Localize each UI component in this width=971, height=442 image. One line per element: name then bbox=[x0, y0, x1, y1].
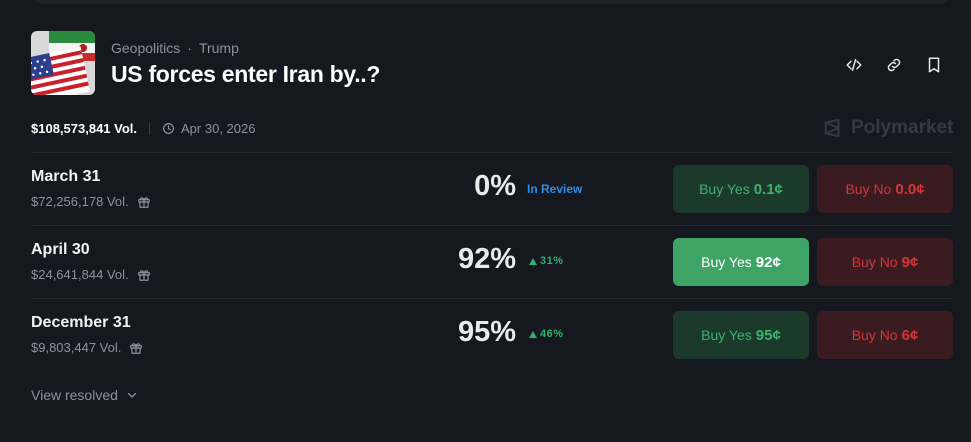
buy-no-label: Buy No bbox=[851, 327, 898, 343]
chevron-down-icon bbox=[127, 392, 137, 398]
outcome-percent: 95% bbox=[457, 316, 516, 348]
polymarket-icon bbox=[824, 118, 840, 138]
buy-yes-label: Buy Yes bbox=[701, 254, 752, 270]
outcome-volume-text: $9,803,447 Vol. bbox=[31, 340, 122, 355]
review-status: In Review bbox=[527, 182, 583, 196]
market-meta: $108,573,841 Vol. Apr 30, 2026 bbox=[31, 121, 255, 136]
link-icon[interactable] bbox=[883, 54, 905, 76]
polymarket-logo: Polymarket bbox=[822, 117, 953, 139]
buy-no-price: 0.0¢ bbox=[895, 180, 925, 198]
buy-no-button[interactable]: Buy No 0.0¢ bbox=[817, 165, 953, 213]
outcome-percent: 0% bbox=[474, 170, 516, 202]
percent-change: 46% bbox=[529, 328, 564, 340]
buy-yes-price: 0.1¢ bbox=[753, 180, 783, 198]
outcome-label: December 31 bbox=[31, 314, 131, 331]
breadcrumb-separator: · bbox=[187, 40, 192, 56]
clock-icon bbox=[163, 123, 174, 134]
outcome-volume: $24,641,844 Vol. bbox=[31, 267, 151, 282]
buy-yes-label: Buy Yes bbox=[699, 181, 750, 197]
breadcrumb-category[interactable]: Geopolitics bbox=[111, 40, 180, 56]
buy-no-price: 6¢ bbox=[901, 326, 919, 344]
view-resolved-toggle[interactable]: View resolved bbox=[31, 387, 138, 403]
outcome-percent: 92% bbox=[457, 243, 516, 275]
outcome-volume-text: $72,256,178 Vol. bbox=[31, 194, 129, 209]
outcome-volume: $72,256,178 Vol. bbox=[31, 194, 151, 209]
outcome-row-march-31[interactable]: March 31 $72,256,178 Vol. 0% In Review B… bbox=[31, 153, 953, 225]
embed-icon[interactable] bbox=[843, 54, 865, 76]
total-volume: $108,573,841 Vol. bbox=[31, 121, 138, 136]
meta-divider bbox=[149, 122, 151, 135]
percent-change: 31% bbox=[529, 255, 564, 267]
outcome-row-april-30[interactable]: April 30 $24,641,844 Vol. 92% 31% Buy Ye… bbox=[31, 226, 953, 298]
breadcrumb: Geopolitics · Trump bbox=[111, 40, 239, 56]
gift-icon[interactable] bbox=[129, 341, 143, 355]
brand-name: Polymarket bbox=[851, 117, 954, 138]
breadcrumb-tag[interactable]: Trump bbox=[199, 40, 239, 56]
buy-no-price: 9¢ bbox=[901, 253, 919, 271]
percent-change-value: 46% bbox=[540, 328, 564, 340]
buy-yes-label: Buy Yes bbox=[701, 327, 752, 343]
buy-no-label: Buy No bbox=[851, 254, 898, 270]
gift-icon[interactable] bbox=[137, 195, 151, 209]
percent-change-value: 31% bbox=[540, 255, 564, 267]
triangle-up-icon bbox=[529, 330, 537, 338]
buy-yes-price: 95¢ bbox=[755, 326, 781, 344]
gift-icon[interactable] bbox=[137, 268, 151, 282]
outcome-row-december-31[interactable]: December 31 $9,803,447 Vol. 95% 46% Buy … bbox=[31, 299, 953, 371]
buy-yes-button[interactable]: Buy Yes 95¢ bbox=[673, 311, 809, 359]
buy-no-button[interactable]: Buy No 6¢ bbox=[817, 311, 953, 359]
buy-yes-price: 92¢ bbox=[755, 253, 781, 271]
buy-no-button[interactable]: Buy No 9¢ bbox=[817, 238, 953, 286]
bookmark-icon[interactable] bbox=[923, 54, 945, 76]
buy-yes-button[interactable]: Buy Yes 0.1¢ bbox=[673, 165, 809, 213]
outcome-volume-text: $24,641,844 Vol. bbox=[31, 267, 129, 282]
buy-yes-button[interactable]: Buy Yes 92¢ bbox=[673, 238, 809, 286]
outcome-label: April 30 bbox=[31, 241, 90, 258]
outcome-label: March 31 bbox=[31, 168, 101, 185]
end-date-text: Apr 30, 2026 bbox=[181, 121, 256, 136]
buy-no-label: Buy No bbox=[845, 181, 892, 197]
view-resolved-label: View resolved bbox=[31, 387, 118, 403]
market-thumbnail bbox=[31, 31, 95, 95]
outcome-volume: $9,803,447 Vol. bbox=[31, 340, 143, 355]
end-date: Apr 30, 2026 bbox=[162, 121, 255, 136]
market-title: US forces enter Iran by..? bbox=[111, 61, 381, 87]
header-actions bbox=[843, 54, 945, 76]
triangle-up-icon bbox=[529, 257, 537, 265]
top-panel-edge bbox=[33, 0, 950, 4]
